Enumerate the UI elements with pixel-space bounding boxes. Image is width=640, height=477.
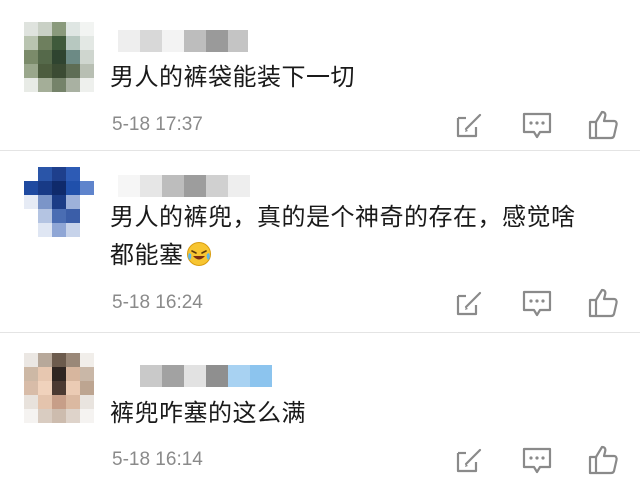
username-blurred[interactable]: [118, 175, 250, 197]
thumbs-up-icon[interactable]: [586, 286, 620, 320]
comment-item: 裤兜咋塞的这么满 5-18 16:14: [0, 333, 640, 475]
avatar[interactable]: [24, 22, 94, 92]
comment-text-line-1: 男人的裤兜，真的是个神奇的存在，感觉啥: [110, 203, 576, 231]
share-edit-icon[interactable]: [452, 108, 486, 142]
share-edit-icon[interactable]: [452, 443, 486, 477]
comment-timestamp: 5-18 16:24: [112, 292, 203, 313]
comment-item: 男人的裤兜，真的是个神奇的存在，感觉啥 都能塞 5-18 16:24: [0, 151, 640, 332]
comment-timestamp: 5-18 17:37: [112, 114, 203, 135]
comment-text-line-2-text: 都能塞: [110, 241, 184, 269]
share-edit-icon[interactable]: [452, 286, 486, 320]
avatar[interactable]: [24, 353, 94, 423]
comment-text: 男人的裤袋能装下一切: [110, 63, 355, 91]
username-blurred[interactable]: [118, 365, 272, 387]
laughing-crying-emoji-icon: [186, 242, 211, 266]
avatar[interactable]: [24, 167, 94, 237]
comment-actions: [440, 443, 630, 477]
comment-timestamp: 5-18 16:14: [112, 449, 203, 470]
comment-item: 男人的裤袋能装下一切 5-18 17:37: [0, 0, 640, 150]
username-blurred[interactable]: [118, 30, 248, 52]
comment-actions: [440, 108, 630, 142]
comment-bubble-icon[interactable]: [520, 108, 554, 142]
comment-text-line-2: 都能塞: [110, 236, 630, 274]
comment-text: 裤兜咋塞的这么满: [110, 399, 306, 427]
comment-bubble-icon[interactable]: [520, 286, 554, 320]
comment-actions: [440, 286, 630, 320]
comment-bubble-icon[interactable]: [520, 443, 554, 477]
comment-text: 男人的裤兜，真的是个神奇的存在，感觉啥 都能塞: [110, 198, 630, 274]
thumbs-up-icon[interactable]: [586, 443, 620, 477]
thumbs-up-icon[interactable]: [586, 108, 620, 142]
